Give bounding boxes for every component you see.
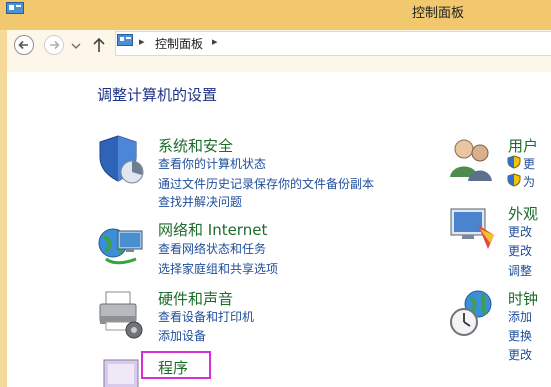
category-network-internet[interactable]: 网络和 Internet <box>158 219 267 240</box>
category-clock-region[interactable]: 时钟 <box>508 288 538 309</box>
breadcrumb-control-panel[interactable]: 控制面板 <box>155 35 203 52</box>
link-user-for[interactable]: 为 <box>523 173 535 190</box>
link-homegroup-sharing[interactable]: 选择家庭组和共享选项 <box>158 260 278 277</box>
category-user-accounts[interactable]: 用户 <box>508 135 538 156</box>
link-clock-2[interactable]: 更换 <box>508 327 532 344</box>
category-system-security[interactable]: 系统和安全 <box>158 135 233 156</box>
category-programs[interactable]: 程序 <box>158 357 188 378</box>
link-user-change[interactable]: 更 <box>523 155 535 172</box>
back-button[interactable] <box>13 34 35 56</box>
control-panel-icon[interactable] <box>6 2 24 16</box>
link-file-history-backup[interactable]: 通过文件历史记录保存你的文件备份副本 <box>158 175 374 192</box>
control-panel-icon <box>117 34 133 46</box>
category-appearance[interactable]: 外观 <box>508 203 538 224</box>
link-clock-3[interactable]: 更改 <box>508 346 532 363</box>
link-devices-printers[interactable]: 查看设备和打印机 <box>158 308 254 325</box>
left-edge <box>0 30 7 387</box>
programs-icon[interactable] <box>100 354 144 387</box>
page-title: 调整计算机的设置 <box>97 86 218 104</box>
breadcrumb-separator-icon[interactable]: ▸ <box>212 35 218 48</box>
link-view-computer-status[interactable]: 查看你的计算机状态 <box>158 155 266 172</box>
uac-shield-icon <box>507 173 521 187</box>
link-clock-1[interactable]: 添加 <box>508 308 532 325</box>
shield-icon[interactable] <box>96 133 146 185</box>
link-network-status[interactable]: 查看网络状态和任务 <box>158 240 266 257</box>
window-title: 控制面板 <box>412 6 465 21</box>
link-troubleshoot[interactable]: 查找并解决问题 <box>158 193 242 210</box>
user-accounts-icon[interactable] <box>448 133 498 185</box>
link-appearance-3[interactable]: 调整 <box>508 262 532 279</box>
forward-button[interactable] <box>43 34 65 56</box>
up-arrow-icon[interactable] <box>90 34 108 56</box>
uac-shield-icon <box>507 155 521 169</box>
link-add-device[interactable]: 添加设备 <box>158 327 206 344</box>
printer-icon[interactable] <box>96 288 148 340</box>
category-hardware-sound[interactable]: 硬件和声音 <box>158 288 233 309</box>
breadcrumb-separator-icon[interactable]: ▸ <box>139 35 145 48</box>
link-appearance-2[interactable]: 更改 <box>508 242 532 259</box>
clock-globe-icon[interactable] <box>448 288 498 340</box>
title-bar: 控制面板 <box>0 0 551 30</box>
appearance-monitor-icon[interactable] <box>448 205 498 253</box>
link-appearance-1[interactable]: 更改 <box>508 223 532 240</box>
recent-locations-icon[interactable] <box>69 34 83 56</box>
network-globe-icon[interactable] <box>96 219 148 271</box>
